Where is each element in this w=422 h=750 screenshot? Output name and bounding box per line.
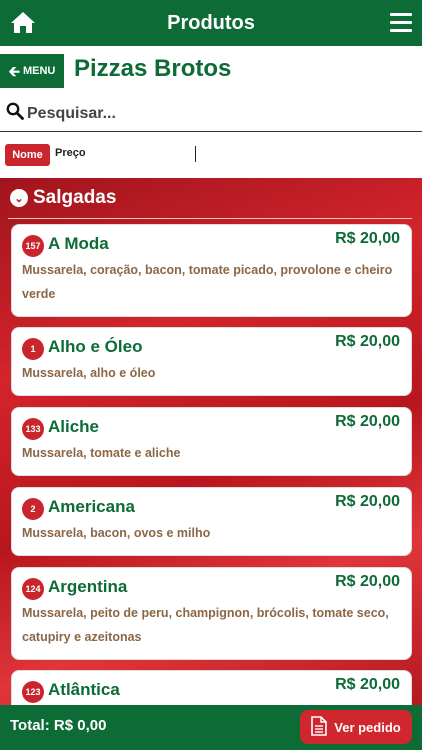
product-description: Mussarela, coração, bacon, tomate picado…: [22, 263, 393, 301]
product-description: Mussarela, bacon, ovos e milho: [22, 526, 211, 540]
product-description: Mussarela, tomate e aliche: [22, 446, 181, 460]
back-to-menu-button[interactable]: 🡰 MENU: [0, 54, 64, 88]
hamburger-menu-icon[interactable]: [390, 13, 412, 33]
document-icon: [311, 715, 328, 739]
view-order-button[interactable]: Ver pedido: [300, 710, 412, 744]
product-card[interactable]: 2 Americana R$ 20,00 Mussarela, bacon, o…: [11, 487, 412, 556]
search-bar[interactable]: Pesquisar...: [0, 96, 422, 132]
product-price: R$ 20,00: [335, 413, 400, 430]
product-card[interactable]: 133 Aliche R$ 20,00 Mussarela, tomate e …: [11, 407, 412, 476]
order-total: Total: R$ 0,00: [10, 717, 107, 734]
product-name: Alho e Óleo: [48, 337, 143, 356]
view-order-label: Ver pedido: [334, 719, 401, 735]
app-title: Produtos: [167, 11, 255, 34]
sort-bar: Nome Preço: [0, 132, 422, 178]
page-title: Pizzas Brotos: [74, 55, 232, 82]
product-price: R$ 20,00: [335, 573, 400, 590]
product-name: Atlântica: [48, 680, 120, 699]
subheader: 🡰 MENU Pizzas Brotos: [0, 46, 422, 96]
section-divider: [8, 218, 412, 219]
product-name: Americana: [48, 497, 135, 516]
product-code-badge: 157: [22, 235, 44, 257]
product-card[interactable]: 157 A Moda R$ 20,00 Mussarela, coração, …: [11, 224, 412, 317]
product-price: R$ 20,00: [335, 493, 400, 510]
product-price: R$ 20,00: [335, 230, 400, 247]
sort-by-name-button[interactable]: Nome: [5, 144, 50, 166]
search-icon: [6, 102, 24, 125]
chevron-down-icon: ⌄: [10, 189, 28, 207]
product-description: Mussarela, peito de peru, champignon, br…: [22, 606, 389, 644]
product-description: Mussarela, alho e óleo: [22, 366, 156, 380]
section-header-salgadas[interactable]: ⌄ Salgadas: [10, 187, 116, 209]
arrow-left-icon: 🡰: [8, 63, 20, 79]
top-bar: Produtos: [0, 0, 422, 46]
product-name: Argentina: [48, 577, 128, 596]
search-input[interactable]: Pesquisar...: [27, 105, 116, 123]
product-code-badge: 133: [22, 418, 44, 440]
section-title: Salgadas: [33, 187, 117, 208]
product-name: Aliche: [48, 417, 100, 436]
text-cursor: [195, 146, 196, 162]
product-price: R$ 20,00: [335, 676, 400, 693]
product-card[interactable]: 123 Atlântica R$ 20,00: [11, 670, 412, 705]
sort-by-price-button[interactable]: Preço: [55, 147, 86, 159]
product-code-badge: 1: [22, 338, 44, 360]
product-price: R$ 20,00: [335, 333, 400, 350]
product-code-badge: 2: [22, 498, 44, 520]
product-code-badge: 123: [22, 681, 44, 703]
home-icon[interactable]: [10, 10, 36, 34]
footer-bar: Total: R$ 0,00 Ver pedido: [0, 705, 422, 750]
product-code-badge: 124: [22, 578, 44, 600]
product-name: A Moda: [48, 234, 109, 253]
product-card[interactable]: 1 Alho e Óleo R$ 20,00 Mussarela, alho e…: [11, 327, 412, 396]
product-list[interactable]: ⌄ Salgadas 157 A Moda R$ 20,00 Mussarela…: [0, 178, 422, 705]
back-button-label: MENU: [22, 65, 56, 77]
product-card[interactable]: 124 Argentina R$ 20,00 Mussarela, peito …: [11, 567, 412, 660]
